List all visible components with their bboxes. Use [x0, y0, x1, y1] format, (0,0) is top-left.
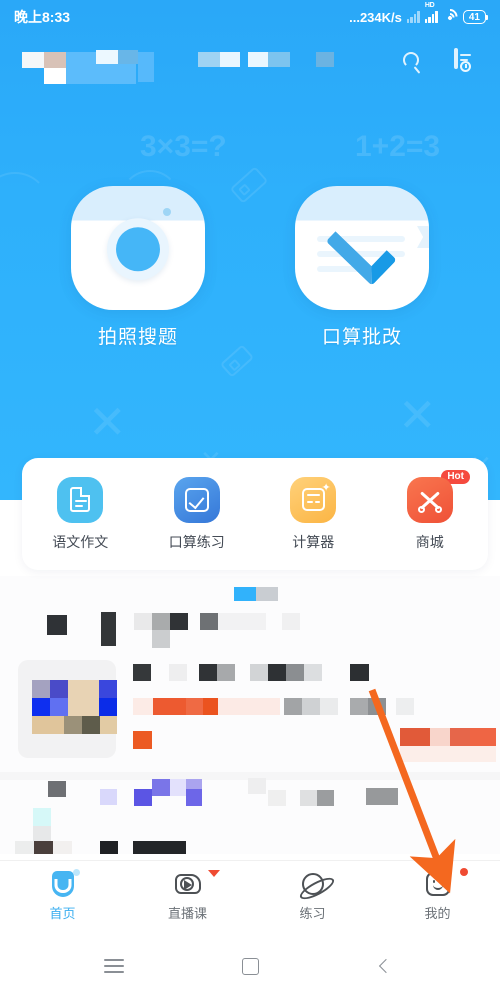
mall-icon [406, 476, 453, 523]
hero-features: 拍照搜题 口算批改 [0, 186, 500, 349]
tab-home-label: 首页 [49, 906, 76, 921]
back-chevron-icon [378, 958, 394, 974]
history-document-icon [454, 48, 471, 72]
live-class-badge [208, 870, 220, 877]
profile-smiley-icon [423, 869, 453, 899]
quick-actions-card: 语文作文 口算练习 计算器 Hot 商城 [22, 458, 488, 570]
camera-lens-icon [107, 218, 169, 281]
camera-icon [71, 186, 205, 310]
practice-planet-icon [298, 869, 328, 899]
document-icon [57, 476, 104, 523]
signal-bars-icon [406, 11, 420, 23]
feed-tab-indicator [234, 587, 256, 601]
live-class-icon [173, 869, 203, 899]
feed-tab-indicator-2 [256, 587, 278, 601]
tab-live-class[interactable]: 直播课 [125, 869, 250, 922]
flag-icon [417, 226, 429, 248]
system-nav-bar [0, 932, 500, 1000]
quick-action-calculator[interactable]: 计算器 [255, 476, 372, 552]
history-button[interactable] [454, 48, 484, 80]
feed-card-thumbnail[interactable] [18, 660, 117, 758]
quick-action-mall[interactable]: Hot 商城 [372, 469, 489, 552]
search-button[interactable] [400, 50, 430, 80]
camera-dot-icon [163, 208, 171, 216]
quick-action-label: 计算器 [292, 533, 335, 550]
hd-signal-icon: HD [424, 2, 438, 23]
feature-math-correction[interactable]: 口算批改 [295, 186, 429, 349]
network-speed: ...234K/s [349, 9, 402, 25]
feature-photo-search[interactable]: 拍照搜题 [71, 186, 205, 349]
tab-mine[interactable]: 我的 [375, 868, 500, 922]
app-header [0, 40, 500, 90]
quick-action-chinese-essay[interactable]: 语文作文 [22, 476, 139, 552]
content-feed[interactable] [0, 576, 500, 854]
check-square-icon [173, 476, 220, 523]
tab-live-class-label: 直播课 [167, 906, 207, 921]
tab-mine-label: 我的 [424, 906, 451, 921]
menu-recents-button[interactable] [96, 948, 132, 984]
back-button[interactable] [368, 948, 404, 984]
tab-practice[interactable]: 练习 [250, 869, 375, 922]
feature-photo-search-label: 拍照搜题 [97, 327, 178, 348]
tab-practice-label: 练习 [299, 906, 326, 921]
quick-action-label: 口算练习 [168, 533, 225, 550]
quick-action-label: 商城 [415, 533, 444, 550]
wifi-icon [439, 5, 461, 28]
tab-home[interactable]: 首页 [0, 869, 125, 922]
home-square-icon [241, 957, 259, 975]
status-bar: 晚上8:33 ...234K/s HD 41 [0, 0, 500, 34]
feature-math-correction-label: 口算批改 [321, 327, 402, 348]
checkmark-icon [295, 186, 429, 310]
home-icon [48, 869, 80, 899]
mine-badge-dot [460, 868, 468, 876]
bottom-tab-bar: 首页 直播课 练习 我的 [0, 860, 500, 930]
calculator-icon [290, 476, 337, 523]
battery-icon: 41 [462, 10, 489, 24]
status-right-cluster: ...234K/s HD 41 [349, 2, 489, 28]
app-screen: 3×3=? 1+2=3 ✕ ✕ ✕ ✕ 晚上8:33 ...234K/s HD … [0, 0, 500, 1000]
home-button[interactable] [232, 948, 268, 984]
menu-recents-icon [104, 955, 124, 976]
status-time: 晚上8:33 [14, 9, 71, 25]
quick-action-math-practice[interactable]: 口算练习 [139, 476, 256, 552]
header-actions [400, 48, 484, 80]
header-title-censored [16, 48, 400, 84]
quick-action-label: 语文作文 [52, 533, 109, 550]
